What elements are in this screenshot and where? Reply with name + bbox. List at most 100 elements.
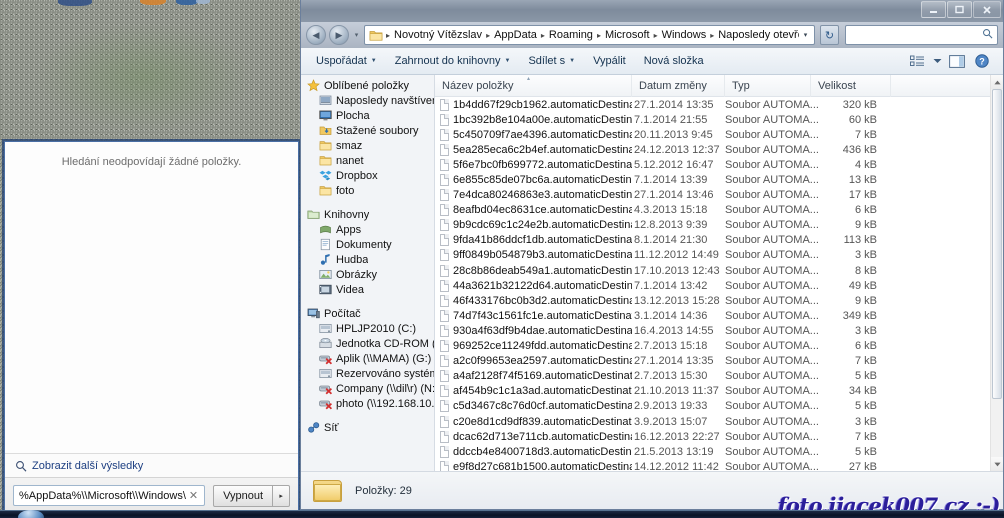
close-button[interactable]: [973, 1, 1001, 18]
sidebar-item-photo-192-168-10-230[interactable]: photo (\\192.168.10.230) (: [301, 396, 434, 411]
refresh-button[interactable]: ↻: [820, 25, 839, 45]
table-row[interactable]: 5f6e7bc0fb699772.automaticDestinations..…: [435, 157, 1003, 172]
column-header-filler[interactable]: [891, 75, 1003, 97]
scrollbar-thumb[interactable]: [992, 89, 1002, 399]
change-view-icon[interactable]: [906, 51, 928, 72]
file-date-cell: 7.1.2014 13:42: [632, 280, 725, 292]
clear-search-icon[interactable]: ✕: [186, 489, 201, 502]
shutdown-button[interactable]: Vypnout: [213, 485, 273, 507]
sidebar-item-label: Company (\\dil\r) (N:): [336, 383, 434, 395]
sidebar-item-naposledy-nav-t-ven[interactable]: Naposledy navštívené: [301, 93, 434, 108]
file-type-cell: Soubor AUTOMA...: [725, 385, 811, 397]
see-more-results-link[interactable]: Zobrazit další výsledky: [5, 453, 298, 477]
maximize-button[interactable]: [947, 1, 972, 18]
sidebar-item-obr-zky[interactable]: Obrázky: [301, 267, 434, 282]
table-row[interactable]: ddccb4e8400718d3.automaticDestination...…: [435, 444, 1003, 459]
table-row[interactable]: 28c8b86deab549a1.automaticDestination...…: [435, 263, 1003, 278]
nav-group-header-po-ta-[interactable]: Počítač: [301, 306, 434, 321]
nav-group-header-s-[interactable]: Síť: [301, 420, 434, 435]
table-row[interactable]: 5ea285eca6c2b4ef.automaticDestinations..…: [435, 142, 1003, 157]
explorer-search-input[interactable]: [845, 25, 998, 45]
sidebar-item-smaz[interactable]: smaz: [301, 138, 434, 153]
table-row[interactable]: 969252ce11249fdd.automaticDestination...…: [435, 339, 1003, 354]
preview-pane-icon[interactable]: [946, 51, 968, 72]
taskbar[interactable]: [0, 510, 1004, 518]
command-sd-let-s[interactable]: Sdílet s▼: [519, 51, 584, 72]
file-date-cell: 11.12.2012 14:49: [632, 249, 725, 261]
table-row[interactable]: dcac62d713e711cb.automaticDestination...…: [435, 429, 1003, 444]
sidebar-item-hudba[interactable]: Hudba: [301, 252, 434, 267]
shutdown-options-arrow-icon[interactable]: ▸: [273, 485, 290, 507]
command-zahrnout-do-knihovny[interactable]: Zahrnout do knihovny▼: [386, 51, 520, 72]
command-vyp-lit[interactable]: Vypálit: [584, 51, 635, 72]
table-row[interactable]: 46f433176bc0b3d2.automaticDestination...…: [435, 293, 1003, 308]
table-row[interactable]: 9ff0849b054879b3.automaticDestinations..…: [435, 248, 1003, 263]
help-icon[interactable]: ?: [971, 51, 993, 72]
file-name-cell: c5d3467c8c76d0cf.automaticDestination...: [435, 400, 632, 412]
table-row[interactable]: 7e4dca80246863e3.automaticDestination...…: [435, 188, 1003, 203]
table-row[interactable]: 1bc392b8e104a00e.automaticDestination...…: [435, 112, 1003, 127]
table-row[interactable]: 1b4dd67f29cb1962.automaticDestination...…: [435, 97, 1003, 112]
sidebar-item-plocha[interactable]: Plocha: [301, 108, 434, 123]
breadcrumb-item[interactable]: Roaming: [546, 29, 596, 41]
table-row[interactable]: a2c0f99653ea2597.automaticDestinations..…: [435, 354, 1003, 369]
back-button[interactable]: ◀: [306, 25, 326, 45]
scrollbar-track[interactable]: [991, 89, 1003, 457]
breadcrumb-bar[interactable]: ▸Novotný Vítězslav▸AppData▸Roaming▸Micro…: [364, 25, 815, 45]
table-row[interactable]: 6e855c85de07bc6a.automaticDestination...…: [435, 172, 1003, 187]
file-type-cell: Soubor AUTOMA...: [725, 446, 811, 458]
sidebar-item-videa[interactable]: Videa: [301, 282, 434, 297]
sidebar-item-company-dil-r-n[interactable]: Company (\\dil\r) (N:): [301, 381, 434, 396]
table-row[interactable]: 44a3621b32122d64.automaticDestination...…: [435, 278, 1003, 293]
sidebar-item-nanet[interactable]: nanet: [301, 153, 434, 168]
table-row[interactable]: 930a4f63df9b4dae.automaticDestinations..…: [435, 323, 1003, 338]
breadcrumb-item[interactable]: Novotný Vítězslav: [391, 29, 485, 41]
forward-button[interactable]: ▶: [329, 25, 349, 45]
table-row[interactable]: a4af2128f74f5169.automaticDestinations-.…: [435, 369, 1003, 384]
sidebar-item-rezervov-no-syst-mem-f[interactable]: Rezervováno systémem (F: [301, 366, 434, 381]
breadcrumb-item[interactable]: Microsoft: [602, 29, 653, 41]
sidebar-item-apps[interactable]: Apps: [301, 222, 434, 237]
breadcrumb-item[interactable]: AppData: [491, 29, 540, 41]
no-results-message: Hledání neodpovídají žádné položky.: [5, 156, 298, 168]
chevron-down-icon[interactable]: [931, 51, 943, 72]
command-nov-slo-ka[interactable]: Nová složka: [635, 51, 713, 72]
search-input[interactable]: %AppData%\\Microsoft\\Windows\ ✕: [13, 485, 205, 506]
sidebar-item-jednotka-cd-rom-e[interactable]: Jednotka CD-ROM (E:): [301, 336, 434, 351]
breadcrumb-item[interactable]: Naposledy otevřené položky: [715, 29, 799, 41]
breadcrumb-dropdown-icon[interactable]: ▾: [799, 31, 812, 39]
breadcrumb-item[interactable]: Windows: [659, 29, 710, 41]
nav-group-header-obl-ben-polo-ky[interactable]: Oblíbené položky: [301, 78, 434, 93]
file-size-cell: 60 kB: [811, 114, 891, 126]
table-row[interactable]: c5d3467c8c76d0cf.automaticDestination...…: [435, 399, 1003, 414]
sidebar-item-hpljp2010-c[interactable]: HPLJP2010 (C:): [301, 321, 434, 336]
table-row[interactable]: 74d7f43c1561fc1e.automaticDestinations..…: [435, 308, 1003, 323]
file-date-cell: 2.9.2013 19:33: [632, 400, 725, 412]
sidebar-item-foto[interactable]: foto: [301, 183, 434, 198]
column-header-size[interactable]: Velikost: [811, 75, 891, 97]
minimize-button[interactable]: [921, 1, 946, 18]
table-row[interactable]: af454b9c1c1a3ad.automaticDestinations-..…: [435, 384, 1003, 399]
file-type-cell: Soubor AUTOMA...: [725, 325, 811, 337]
command-uspo-dat[interactable]: Uspořádat▼: [307, 51, 386, 72]
scroll-up-button[interactable]: [991, 75, 1003, 89]
recent-pages-dropdown-icon[interactable]: ▾: [352, 31, 361, 39]
table-row[interactable]: 8eafbd04ec8631ce.automaticDestination...…: [435, 203, 1003, 218]
sidebar-item-dropbox[interactable]: Dropbox: [301, 168, 434, 183]
vertical-scrollbar[interactable]: [990, 75, 1003, 471]
column-header-name[interactable]: Název položky ▴: [435, 75, 632, 97]
table-row[interactable]: e9f8d27c681b1500.automaticDestination...…: [435, 459, 1003, 471]
table-row[interactable]: 5c450709f7ae4396.automaticDestinations..…: [435, 127, 1003, 142]
window-titlebar[interactable]: [301, 0, 1003, 22]
nav-group-header-knihovny[interactable]: Knihovny: [301, 207, 434, 222]
column-header-date[interactable]: Datum změny: [632, 75, 725, 97]
sidebar-item-aplik-mama-g[interactable]: Aplik (\\MAMA) (G:): [301, 351, 434, 366]
table-row[interactable]: 9b9cdc69c1c24e2b.automaticDestination...…: [435, 218, 1003, 233]
sidebar-item-dokumenty[interactable]: Dokumenty: [301, 237, 434, 252]
scroll-down-button[interactable]: [991, 457, 1003, 471]
start-button[interactable]: [18, 510, 44, 518]
sidebar-item-sta-en-soubory[interactable]: Stažené soubory: [301, 123, 434, 138]
table-row[interactable]: 9fda41b86ddcf1db.automaticDestination...…: [435, 233, 1003, 248]
column-header-type[interactable]: Typ: [725, 75, 811, 97]
table-row[interactable]: c20e8d1cd9df839.automaticDestination...3…: [435, 414, 1003, 429]
